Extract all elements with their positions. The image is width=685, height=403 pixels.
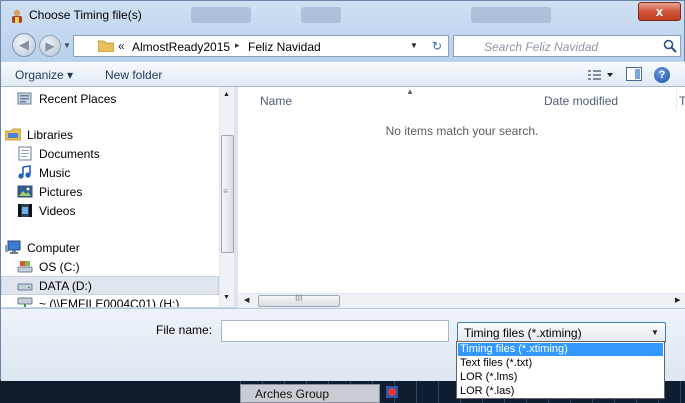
close-icon: x — [655, 4, 664, 19]
help-button[interactable]: ? — [654, 67, 670, 83]
sort-ascending-icon: ▲ — [406, 87, 414, 96]
file-type-selected-value: Timing files (*.xtiming) — [464, 326, 582, 340]
videos-icon — [18, 204, 32, 217]
file-type-option-xtiming[interactable]: Timing files (*.xtiming) — [458, 343, 663, 356]
title-ghost-3 — [471, 7, 551, 23]
nav-scrollbar[interactable]: ▲ ≡ ▼ — [219, 87, 234, 307]
data-drive-icon — [17, 283, 33, 291]
navigation-pane: Recent Places Libraries Documents Music … — [1, 87, 234, 307]
sidebar-item-label: Recent Places — [39, 92, 117, 106]
file-type-dropdown-list: Timing files (*.xtiming) Text files (*.t… — [456, 341, 665, 399]
forward-button[interactable]: ▶ — [39, 35, 61, 57]
network-drive-icon — [17, 297, 33, 307]
sidebar-item-label: Libraries — [27, 128, 74, 142]
breadcrumb-separator-icon[interactable]: ▸ — [235, 40, 240, 51]
recent-pages-dropdown[interactable]: ▼ — [63, 41, 71, 50]
title-ghost-1 — [191, 7, 251, 23]
forward-arrow-icon: ▶ — [45, 39, 55, 53]
scroll-down-icon[interactable]: ▼ — [223, 294, 230, 301]
sidebar-item-label: Videos — [39, 204, 76, 218]
window-title: Choose Timing file(s) — [29, 8, 142, 22]
refresh-icon[interactable]: ↻ — [428, 39, 446, 54]
address-dropdown-icon[interactable]: ▼ — [410, 41, 418, 50]
help-icon: ? — [658, 69, 666, 81]
views-icon[interactable] — [587, 68, 615, 82]
file-name-input[interactable]: ▼ — [221, 320, 660, 347]
scroll-grip-icon: ≡ — [223, 187, 228, 196]
organize-button[interactable]: Organize ▾ — [15, 68, 73, 82]
scroll-up-icon[interactable]: ▲ — [223, 91, 230, 98]
empty-message: No items match your search. — [385, 124, 539, 138]
file-type-option-lms[interactable]: LOR (*.lms) — [458, 371, 663, 384]
sidebar-item-label: Pictures — [39, 185, 83, 199]
pictures-icon — [17, 185, 33, 198]
scroll-grip-icon: III — [295, 293, 303, 303]
sidebar-item-computer[interactable]: Computer — [5, 239, 205, 257]
sidebar-item-music[interactable]: Music — [17, 164, 207, 182]
command-toolbar: Organize ▾ New folder ? — [1, 61, 685, 87]
computer-icon — [5, 240, 21, 254]
column-header-type[interactable]: T — [679, 94, 685, 108]
search-icon[interactable] — [663, 39, 677, 53]
title-ghost-2 — [301, 7, 341, 23]
file-type-option-las[interactable]: LOR (*.las) — [458, 385, 663, 398]
horizontal-scroll-thumb[interactable]: III — [258, 293, 340, 307]
new-folder-button[interactable]: New folder — [105, 68, 162, 82]
sidebar-item-network-h[interactable]: ~ (\\EMFILE0004C01) (H:) — [17, 295, 227, 307]
scroll-right-icon[interactable]: ▶ — [675, 296, 680, 304]
sidebar-item-documents[interactable]: Documents — [17, 145, 207, 163]
column-header-date-modified[interactable]: Date modified — [544, 94, 618, 108]
back-button[interactable]: ◀ — [12, 33, 36, 57]
address-bar[interactable]: « AlmostReady2015 ▸ Feliz Navidad ▼ ↻ — [73, 35, 449, 57]
file-type-option-txt[interactable]: Text files (*.txt) — [458, 357, 663, 370]
os-drive-icon — [17, 261, 33, 273]
file-type-select[interactable]: Timing files (*.xtiming) ▼ — [457, 322, 666, 343]
address-overflow-icon[interactable]: « — [118, 39, 125, 53]
preview-pane-icon[interactable] — [626, 67, 642, 81]
sidebar-item-label: Documents — [39, 147, 100, 161]
sidebar-item-videos[interactable]: Videos — [17, 202, 207, 220]
close-button[interactable]: x — [638, 2, 681, 21]
sidebar-item-label: OS (C:) — [39, 260, 80, 274]
column-divider[interactable] — [676, 89, 677, 109]
background-label: Arches Group — [255, 387, 330, 401]
sidebar-item-pictures[interactable]: Pictures — [17, 183, 207, 201]
sidebar-item-label: ~ (\\EMFILE0004C01) (H:) — [39, 297, 180, 307]
documents-icon — [18, 146, 32, 161]
folder-icon — [98, 40, 114, 52]
recent-places-icon — [17, 92, 32, 105]
title-bar[interactable]: Choose Timing file(s) x — [1, 1, 685, 29]
music-icon — [18, 165, 31, 179]
sidebar-item-data-d[interactable]: DATA (D:) — [1, 276, 219, 295]
file-list: Name ▲ Date modified T No items match yo… — [238, 87, 685, 307]
sidebar-item-label: Computer — [27, 241, 80, 255]
sidebar-item-recent-places[interactable]: Recent Places — [17, 90, 207, 108]
file-dialog: Choose Timing file(s) x ◀ ▶ ▼ « AlmostRe… — [0, 0, 685, 381]
breadcrumb-feliz-navidad[interactable]: Feliz Navidad — [248, 40, 321, 54]
libraries-icon — [5, 128, 21, 141]
sidebar-item-libraries[interactable]: Libraries — [5, 126, 205, 144]
search-placeholder[interactable]: Search Feliz Navidad — [484, 40, 598, 54]
search-box[interactable]: Search Feliz Navidad — [453, 35, 681, 57]
background-app-icon — [386, 386, 398, 398]
chevron-down-icon[interactable]: ▼ — [651, 328, 659, 337]
horizontal-scrollbar[interactable]: ◀ III ▶ — [238, 293, 685, 308]
breadcrumb-almostready2015[interactable]: AlmostReady2015 — [132, 40, 230, 54]
app-icon — [12, 9, 22, 23]
sidebar-item-os-c[interactable]: OS (C:) — [17, 258, 207, 276]
scroll-left-icon[interactable]: ◀ — [244, 296, 249, 304]
file-name-label: File name: — [156, 323, 213, 337]
column-header-name[interactable]: Name — [260, 94, 292, 108]
sidebar-item-label: Music — [39, 166, 71, 180]
back-arrow-icon: ◀ — [19, 37, 29, 52]
sidebar-item-label: DATA (D:) — [39, 279, 92, 293]
